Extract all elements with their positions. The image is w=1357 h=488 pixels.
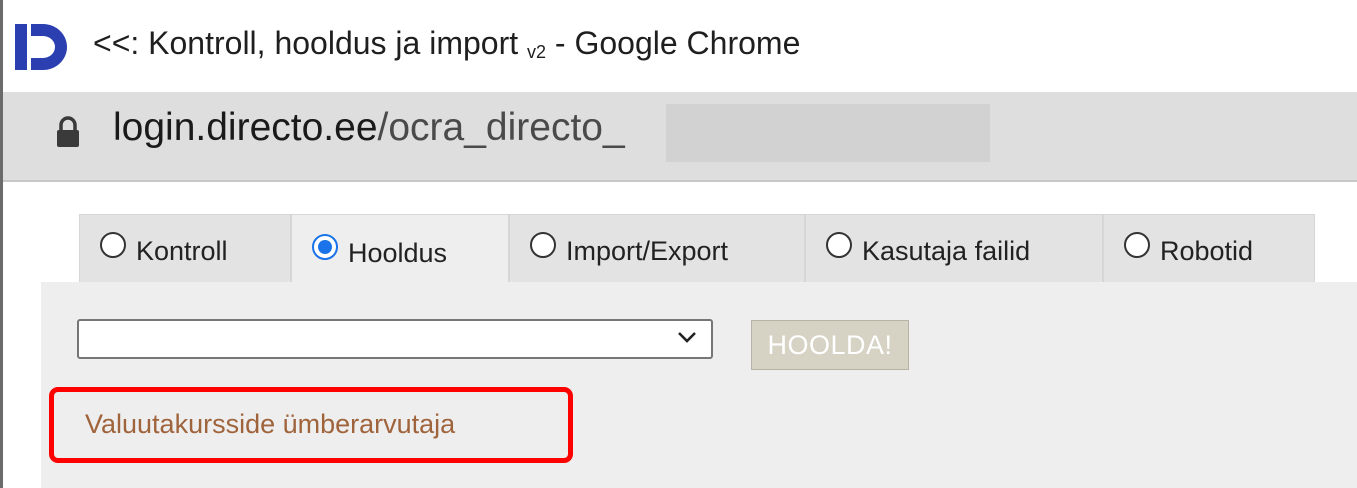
lock-icon (57, 116, 79, 147)
tab-kontroll-label: Kontroll (136, 236, 228, 266)
directo-logo-icon (15, 24, 67, 70)
radio-hooldus[interactable] (312, 233, 338, 260)
hoolda-button[interactable]: HOOLDA! (751, 320, 909, 370)
radio-kasutaja-failid[interactable] (826, 231, 852, 258)
tab-kontroll[interactable]: Kontroll (79, 214, 291, 282)
radio-import-export[interactable] (530, 231, 556, 258)
url-text[interactable]: login.directo.ee/ocra_directo_ (113, 106, 625, 150)
url-path: /ocra_directo_ (377, 106, 625, 149)
currency-recalculator-item[interactable]: Valuutakursside ümberarvutaja (49, 387, 573, 463)
tab-import-export[interactable]: Import/Export (509, 214, 805, 282)
url-redaction (666, 104, 990, 162)
window-title-prefix: <<: Kontroll, hooldus ja import (93, 25, 519, 61)
page-content: Kontroll Hooldus Import/Export Kasutaja … (3, 182, 1357, 488)
tab-import-export-label: Import/Export (566, 236, 729, 266)
window-title-version: v2 (527, 42, 547, 62)
tab-kasutaja-failid[interactable]: Kasutaja failid (805, 214, 1103, 282)
maintenance-panel: HOOLDA! Valuutakursside ümberarvutaja (41, 282, 1357, 488)
radio-robotid[interactable] (1124, 231, 1150, 258)
maintenance-select[interactable] (77, 319, 713, 359)
window-title: <<: Kontroll, hooldus ja import v2 - Goo… (93, 25, 800, 63)
radio-kontroll[interactable] (100, 231, 126, 258)
address-bar[interactable]: login.directo.ee/ocra_directo_ (3, 92, 1357, 182)
currency-recalculator-label: Valuutakursside ümberarvutaja (85, 409, 456, 439)
tab-robotid[interactable]: Robotid (1103, 214, 1315, 282)
window-title-suffix: - Google Chrome (546, 25, 801, 61)
window-title-bar: <<: Kontroll, hooldus ja import v2 - Goo… (3, 0, 1357, 92)
tab-hooldus-label: Hooldus (348, 238, 448, 268)
chevron-down-icon (678, 332, 696, 343)
tab-hooldus[interactable]: Hooldus (291, 214, 509, 286)
tab-robotid-label: Robotid (1160, 236, 1254, 266)
tab-kasutaja-failid-label: Kasutaja failid (862, 236, 1031, 266)
url-host: login.directo.ee (113, 106, 378, 149)
